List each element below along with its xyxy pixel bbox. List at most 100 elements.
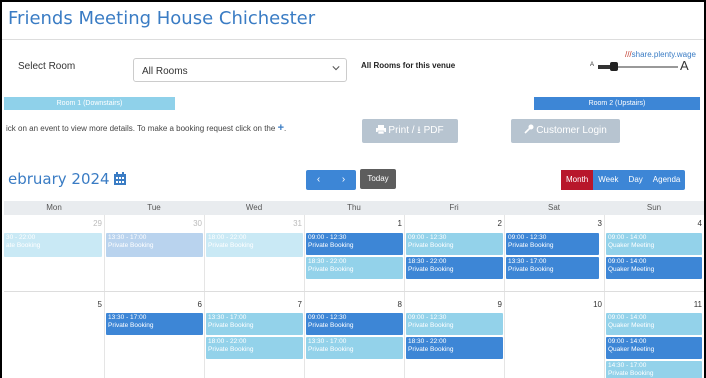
calendar-event[interactable]: 09:00 - 14:00 Quaker Meeting: [606, 233, 702, 255]
event-title: Private Booking: [408, 346, 454, 353]
day-name: Thu: [347, 203, 361, 212]
share-slashes: ///: [624, 50, 632, 59]
month-title-text: ebruary 2024: [8, 170, 110, 188]
date-number[interactable]: 2: [478, 219, 502, 228]
view-month-button[interactable]: Month: [561, 170, 594, 190]
font-size-slider[interactable]: A A: [590, 58, 702, 75]
calendar-event[interactable]: 18:00 - 22:00 Private Booking: [206, 233, 303, 257]
event-title: Private Booking: [308, 266, 354, 273]
event-time: 09:00 - 12:30: [408, 234, 447, 241]
event-title: Private Booking: [508, 242, 554, 249]
date-number[interactable]: 11: [678, 300, 702, 309]
date-number[interactable]: 3: [578, 219, 602, 228]
day-name: Mon: [46, 203, 62, 212]
date-number[interactable]: 1: [378, 219, 402, 228]
event-title: Private Booking: [508, 266, 554, 273]
venue-title: Friends Meeting House Chichester: [8, 8, 316, 29]
month-title: ebruary 2024: [8, 170, 126, 188]
date-number[interactable]: 29: [78, 219, 102, 228]
calendar-event[interactable]: 30 - 22:00 ate Booking: [4, 233, 102, 257]
customer-login-button[interactable]: Customer Login: [511, 119, 620, 143]
calendar-event[interactable]: 13:30 - 17:00 Private Booking: [106, 313, 203, 335]
event-time: 13:30 - 17:00: [508, 258, 547, 265]
day-name: Tue: [147, 203, 161, 212]
event-time: 09:00 - 12:30: [408, 314, 447, 321]
font-large-label: A: [680, 58, 689, 73]
day-name: Wed: [245, 203, 263, 212]
calendar-event[interactable]: 09:00 - 12:30 Private Booking: [306, 313, 403, 335]
calendar-event[interactable]: 13:30 - 17:00 Private Booking: [306, 337, 403, 359]
grid-line: [604, 215, 605, 378]
event-time: 30 - 22:00: [6, 234, 36, 241]
customer-login-label: Customer Login: [536, 125, 607, 136]
date-number[interactable]: 31: [278, 219, 302, 228]
date-number[interactable]: 9: [478, 300, 502, 309]
event-time: 18:00 - 22:00: [208, 338, 247, 345]
grid-line: [204, 215, 205, 378]
instruction-period: .: [284, 124, 287, 133]
grid-line: [304, 215, 305, 378]
calendar-event[interactable]: 09:00 - 12:30 Private Booking: [406, 313, 503, 335]
event-title: Private Booking: [208, 322, 254, 329]
event-time: 09:00 - 14:00: [608, 338, 647, 345]
select-room-label: Select Room: [18, 61, 76, 72]
event-time: 09:00 - 12:30: [308, 234, 347, 241]
font-small-label: A: [590, 62, 595, 68]
instruction-text: ick on an event to view more details. To…: [6, 124, 276, 133]
prev-month-button[interactable]: ‹: [306, 170, 331, 190]
date-number[interactable]: 5: [78, 300, 102, 309]
next-month-button[interactable]: ›: [331, 170, 356, 190]
calendar-event[interactable]: 18:30 - 22:00 Private Booking: [406, 257, 503, 279]
calendar-event[interactable]: 13:30 - 17:00 Private Booking: [506, 257, 599, 279]
room-select[interactable]: All Rooms: [133, 58, 347, 82]
view-agenda-button[interactable]: Agenda: [648, 170, 686, 190]
date-number[interactable]: 8: [378, 300, 402, 309]
calendar-icon[interactable]: [113, 172, 126, 185]
calendar-header: Mon Tue Wed Thu Fri Sat Sun: [4, 201, 704, 215]
date-number[interactable]: 4: [678, 219, 702, 228]
week-divider: [4, 291, 704, 292]
booking-calendar-page: Friends Meeting House Chichester Select …: [0, 0, 706, 378]
calendar-event[interactable]: 14:30 - 17:00 Private Booking: [606, 361, 702, 378]
date-number[interactable]: 7: [278, 300, 302, 309]
event-time: 13:30 - 17:00: [308, 338, 347, 345]
view-day-button[interactable]: Day: [624, 170, 648, 190]
calendar-event[interactable]: 13:30 - 17:00 Private Booking: [206, 313, 303, 335]
calendar-event[interactable]: 18:00 - 22:00 Private Booking: [206, 337, 303, 359]
printer-icon: [376, 125, 387, 135]
event-title: Private Booking: [108, 242, 154, 249]
date-number[interactable]: 6: [178, 300, 202, 309]
calendar-event[interactable]: 09:00 - 12:30 Private Booking: [306, 233, 403, 255]
event-title: Private Booking: [208, 346, 254, 353]
event-time: 13:30 - 17:00: [108, 234, 147, 241]
date-number[interactable]: 30: [178, 219, 202, 228]
event-title: Private Booking: [408, 266, 454, 273]
event-time: 09:00 - 14:00: [608, 258, 647, 265]
room-1-legend: Room 1 (Downstairs): [4, 97, 175, 110]
event-time: 18:30 - 22:00: [408, 338, 447, 345]
day-name: Sat: [547, 203, 560, 212]
calendar-event[interactable]: 09:00 - 14:00 Quaker Meeting: [606, 337, 702, 359]
event-title: Quaker Meeting: [608, 322, 655, 329]
room-select-value: All Rooms: [142, 66, 188, 77]
calendar-event[interactable]: 13:30 - 17:00 Private Booking: [106, 233, 203, 257]
calendar-event[interactable]: 09:00 - 12:30 Private Booking: [406, 233, 503, 255]
event-time: 18:30 - 22:00: [408, 258, 447, 265]
grid-line: [504, 215, 505, 378]
view-week-button[interactable]: Week: [593, 170, 623, 190]
event-time: 14:30 - 17:00: [608, 362, 647, 369]
today-button[interactable]: Today: [360, 169, 396, 189]
event-time: 13:30 - 17:00: [208, 314, 247, 321]
event-title: ate Booking: [6, 242, 41, 249]
event-time: 13:30 - 17:00: [108, 314, 147, 321]
view-switcher: Month Week Day Agenda: [561, 170, 686, 190]
calendar-event[interactable]: 18:30 - 22:00 Private Booking: [306, 257, 403, 279]
calendar-event[interactable]: 09:00 - 14:00 Quaker Meeting: [606, 313, 702, 335]
date-number[interactable]: 10: [578, 300, 602, 309]
calendar-event[interactable]: 09:00 - 12:30 Private Booking: [506, 233, 599, 255]
print-pdf-button[interactable]: Print / ⭳ PDF: [362, 119, 458, 143]
slider-handle[interactable]: [610, 62, 618, 71]
calendar-event[interactable]: 18:30 - 22:00 Private Booking: [406, 337, 503, 359]
calendar-event[interactable]: 09:00 - 14:00 Quaker Meeting: [606, 257, 702, 279]
event-title: Private Booking: [308, 322, 354, 329]
